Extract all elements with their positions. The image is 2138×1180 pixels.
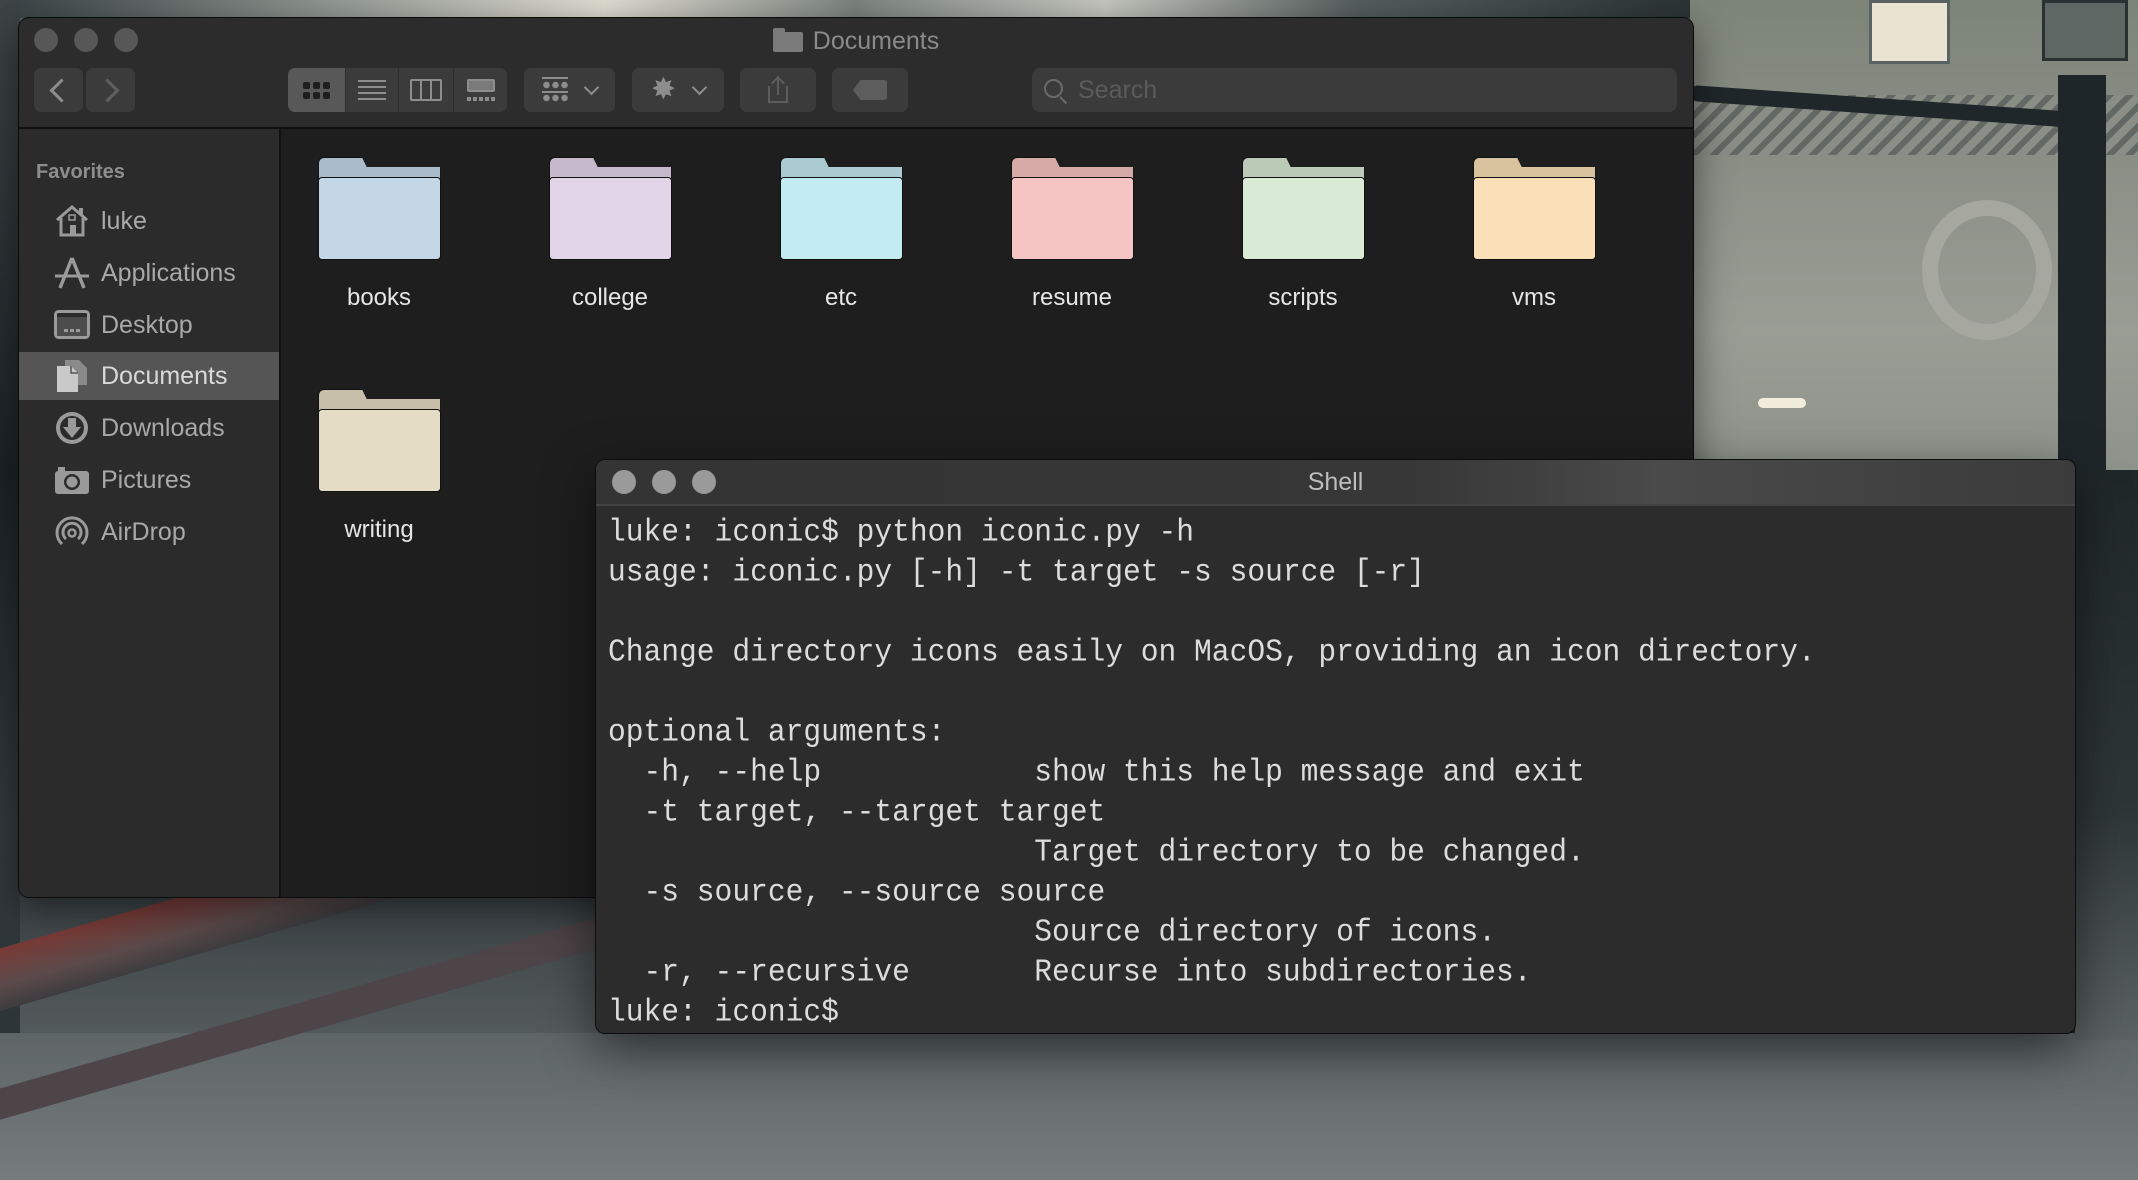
forward-button[interactable] — [86, 68, 135, 112]
terminal-output[interactable]: luke: iconic$ python iconic.py -h usage:… — [608, 512, 2063, 1033]
sidebar-item-pictures[interactable]: Pictures — [19, 456, 279, 504]
sidebar-section-favorites: Favorites — [36, 161, 125, 183]
list-view-button[interactable] — [346, 68, 399, 112]
sidebar-item-label: Documents — [101, 361, 228, 390]
terminal-line: -t target, --target target — [608, 794, 1106, 830]
terminal-line: -h, --help show this help message and ex… — [608, 754, 1585, 790]
gallery-view-button[interactable] — [454, 68, 507, 112]
documents-icon — [53, 358, 91, 394]
folder-icon — [779, 157, 903, 260]
terminal-line: -s source, --source source — [608, 874, 1106, 910]
wallpaper-road — [0, 1033, 2138, 1180]
terminal-line: Target directory to be changed. — [608, 834, 1585, 870]
group-by-icon — [542, 77, 568, 103]
terminal-line: luke: iconic$ python iconic.py -h — [608, 514, 1195, 550]
columns-icon — [410, 79, 442, 101]
chevron-down-icon — [691, 79, 708, 95]
terminal-prompt: luke: iconic$ — [608, 994, 839, 1030]
share-button[interactable] — [740, 68, 816, 112]
view-mode-segmented-control — [288, 68, 507, 112]
folder-label: writing — [344, 516, 414, 543]
finder-toolbar: Documents ✸ — [19, 18, 1693, 129]
downloads-icon — [53, 410, 91, 446]
sidebar-item-label: Pictures — [101, 465, 192, 494]
folder-label: resume — [1031, 284, 1113, 311]
folder-icon — [317, 157, 441, 260]
wallpaper-detail — [1922, 200, 2052, 340]
group-by-button[interactable] — [524, 68, 615, 112]
folder-vms[interactable]: vms — [1434, 157, 1634, 312]
sidebar-item-label: Desktop — [101, 310, 193, 339]
folder-icon — [1010, 157, 1134, 260]
gear-icon: ✸ — [650, 73, 677, 106]
shell-titlebar: Shell — [596, 460, 2075, 506]
sidebar-item-airdrop[interactable]: AirDrop — [19, 508, 279, 556]
sidebar-item-desktop[interactable]: Desktop — [19, 301, 279, 349]
search-input[interactable] — [1078, 68, 1658, 112]
wallpaper-detail — [2042, 0, 2128, 61]
folder-icon — [772, 28, 803, 52]
terminal-line: Source directory of icons. — [608, 914, 1496, 950]
search-icon — [1044, 79, 1063, 98]
wallpaper-detail — [20, 0, 1690, 18]
tag-button[interactable] — [832, 68, 908, 112]
sidebar-item-label: luke — [101, 206, 147, 235]
wallpaper-detail — [1758, 398, 1806, 408]
wallpaper-detail — [2075, 470, 2138, 1040]
sidebar-item-luke[interactable]: luke — [19, 197, 279, 245]
folder-etc[interactable]: etc — [741, 157, 941, 312]
camera-icon — [53, 462, 91, 498]
terminal-line: -r, --recursive Recurse into subdirector… — [608, 954, 1532, 990]
shell-title: Shell — [1307, 468, 1364, 496]
tag-icon — [853, 80, 887, 100]
chevron-right-icon — [95, 77, 120, 103]
window-title: Documents — [19, 24, 1693, 58]
terminal-line: Change directory icons easily on MacOS, … — [608, 634, 1816, 670]
grid-icon — [303, 81, 330, 99]
terminal-line: usage: iconic.py [-h] -t target -s sourc… — [608, 554, 1425, 590]
applications-icon — [53, 255, 91, 291]
sidebar-item-label: Downloads — [101, 413, 225, 442]
column-view-button[interactable] — [399, 68, 454, 112]
sidebar-item-label: Applications — [101, 258, 236, 287]
airdrop-icon — [53, 514, 91, 550]
icon-view-button[interactable] — [288, 68, 346, 112]
share-icon — [768, 75, 788, 103]
folder-icon — [1472, 157, 1596, 260]
folder-icon — [548, 157, 672, 260]
shell-window: Shell luke: iconic$ python iconic.py -h … — [596, 460, 2075, 1033]
folder-label: vms — [1512, 284, 1556, 311]
folder-label: books — [346, 284, 412, 311]
folder-college[interactable]: college — [510, 157, 710, 312]
sidebar-item-applications[interactable]: Applications — [19, 249, 279, 297]
desktop-icon — [53, 307, 91, 343]
home-icon — [53, 203, 91, 239]
folder-icon — [1241, 157, 1365, 260]
search-field[interactable] — [1032, 68, 1677, 112]
folder-label: college — [571, 284, 649, 311]
chevron-down-icon — [583, 79, 600, 95]
folder-books[interactable]: books — [279, 157, 479, 312]
sidebar-item-documents[interactable]: Documents — [19, 352, 279, 400]
sidebar-item-label: AirDrop — [101, 517, 186, 546]
gallery-icon — [466, 79, 495, 101]
folder-writing[interactable]: writing — [279, 389, 479, 544]
sidebar: Favorites luke Applications Desktop Docu… — [19, 129, 281, 897]
folder-resume[interactable]: resume — [972, 157, 1172, 312]
window-title-text: Documents — [812, 27, 940, 55]
folder-label: etc — [824, 284, 857, 311]
sidebar-item-downloads[interactable]: Downloads — [19, 404, 279, 452]
folder-scripts[interactable]: scripts — [1203, 157, 1403, 312]
back-button[interactable] — [34, 68, 83, 112]
terminal-line: optional arguments: — [608, 714, 946, 750]
chevron-left-icon — [49, 77, 74, 103]
action-button[interactable]: ✸ — [632, 68, 724, 112]
folder-icon — [317, 389, 441, 492]
wallpaper-detail — [1869, 0, 1950, 64]
folder-label: scripts — [1268, 284, 1338, 311]
list-icon — [358, 80, 386, 100]
